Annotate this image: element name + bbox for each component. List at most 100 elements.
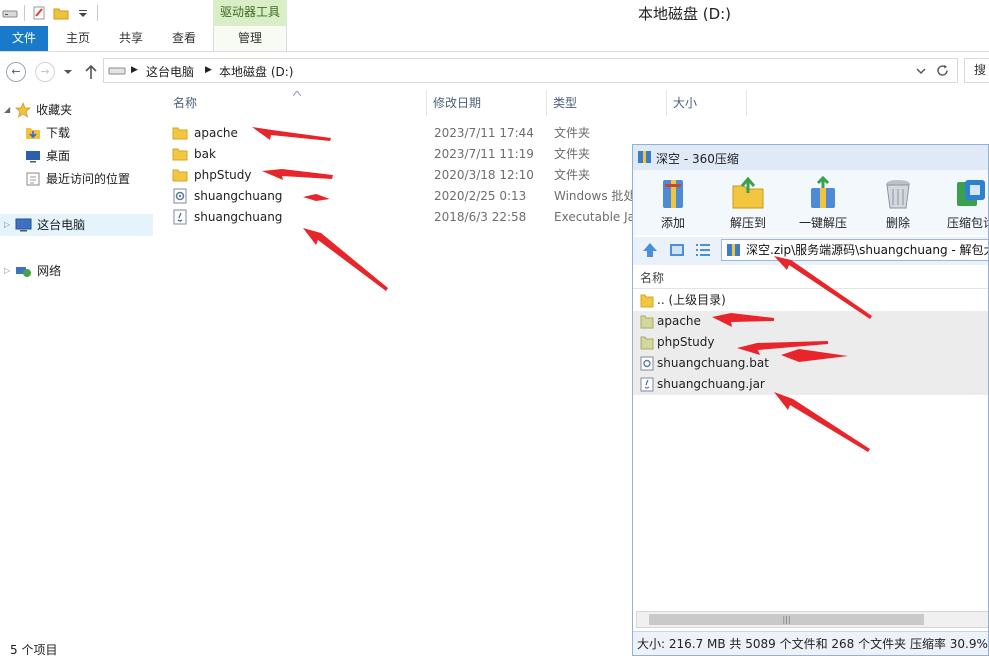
file-type: Executable Ja xyxy=(554,210,635,224)
delete-button-label: 删除 xyxy=(885,216,910,230)
ribbon-tabs: 文件 主页 共享 查看 管理 xyxy=(0,26,989,52)
file-date: 2023/7/11 11:19 xyxy=(434,147,534,161)
archive-diagnose-button[interactable]: 压缩包诊 xyxy=(936,176,988,231)
file-type: 文件夹 xyxy=(554,147,591,161)
drive-icon xyxy=(108,67,126,75)
nav-downloads-label: 下载 xyxy=(46,126,71,140)
archive-list-item[interactable]: apache xyxy=(633,311,988,332)
add-button-label: 添加 xyxy=(660,216,685,230)
archive-item-name: .. (上级目录) xyxy=(657,293,726,307)
nav-favorites[interactable]: ◢ 收藏夹 xyxy=(4,99,72,121)
file-date: 2023/7/11 17:44 xyxy=(434,126,534,140)
nav-this-pc[interactable]: ▷ 这台电脑 xyxy=(0,214,153,236)
archive-window: 深空 - 360压缩 添加 解压到 一键解压 删除 压缩包诊 xyxy=(632,144,989,656)
archive-list-item[interactable]: shuangchuang.jar xyxy=(633,374,988,395)
column-header-modified[interactable]: 修改日期 xyxy=(427,90,547,116)
nav-recent-places-label: 最近访问的位置 xyxy=(46,172,131,186)
add-button[interactable]: 添加 xyxy=(638,176,708,231)
file-row[interactable]: apache 2023/7/11 17:44 文件夹 xyxy=(168,123,748,144)
thumbnail-view-icon[interactable] xyxy=(668,241,686,259)
address-bar[interactable]: ▶ 这台电脑 ▶ 本地磁盘 (D:) xyxy=(103,58,958,83)
archive-path-text: 深空.zip\服务端源码\shuangchuang - 解包大 xyxy=(746,243,989,257)
batch-file-icon xyxy=(173,188,187,204)
title-bar: 驱动器工具 本地磁盘 (D:) xyxy=(0,0,989,26)
up-arrow-icon[interactable] xyxy=(84,64,98,80)
file-date: 2020/3/18 12:10 xyxy=(434,168,534,182)
archive-path-input[interactable]: 深空.zip\服务端源码\shuangchuang - 解包大 xyxy=(721,239,989,261)
code-badge-icon xyxy=(957,180,985,206)
file-name: shuangchuang xyxy=(194,189,283,203)
search-input[interactable]: 搜 xyxy=(964,58,989,83)
up-level-arrow-icon[interactable] xyxy=(641,241,659,259)
archive-item-name: phpStudy xyxy=(657,335,715,349)
trash-icon xyxy=(886,180,910,209)
column-header-name[interactable]: 名称 xyxy=(167,90,427,116)
address-dropdown-chevron-icon[interactable] xyxy=(916,67,926,75)
jar-file-icon xyxy=(173,209,187,225)
delete-button[interactable]: 删除 xyxy=(863,176,933,231)
list-view-icon[interactable] xyxy=(694,241,712,259)
tab-share[interactable]: 共享 xyxy=(107,26,155,51)
folder-icon xyxy=(172,148,188,161)
batch-file-icon xyxy=(640,356,654,371)
file-type: 文件夹 xyxy=(554,126,591,140)
item-count-status: 5 个项目 xyxy=(10,643,58,657)
breadcrumb-separator-icon[interactable]: ▶ xyxy=(205,65,212,75)
archive-list-item[interactable]: phpStudy xyxy=(633,332,988,353)
folder-icon xyxy=(640,336,654,350)
file-date: 2020/2/25 0:13 xyxy=(434,189,527,203)
folder-icon xyxy=(172,169,188,182)
extract-to-button[interactable]: 解压到 xyxy=(713,176,783,231)
nav-recent-places[interactable]: 最近访问的位置 xyxy=(25,168,130,190)
one-click-extract-button[interactable]: 一键解压 xyxy=(788,176,858,231)
network-icon xyxy=(16,267,32,277)
forward-button[interactable]: → xyxy=(35,62,55,82)
tab-file[interactable]: 文件 xyxy=(0,26,48,51)
nav-this-pc-label: 这台电脑 xyxy=(37,218,86,232)
extract-folder-icon xyxy=(732,176,764,209)
column-header-type[interactable]: 类型 xyxy=(547,90,667,116)
scrollbar-thumb[interactable]: ||| xyxy=(649,614,924,625)
file-type: 文件夹 xyxy=(554,168,591,182)
expand-chevron-icon[interactable]: ▷ xyxy=(4,214,10,236)
file-type: Windows 批处 xyxy=(554,189,636,203)
recent-locations-chevron-icon[interactable] xyxy=(63,68,73,76)
nav-desktop-label: 桌面 xyxy=(46,149,71,163)
archive-list-item[interactable]: shuangchuang.bat xyxy=(633,353,988,374)
file-date: 2018/6/3 22:58 xyxy=(434,210,527,224)
nav-desktop[interactable]: 桌面 xyxy=(25,145,70,167)
archive-title: 深空 - 360压缩 xyxy=(656,152,739,166)
file-name: bak xyxy=(194,147,216,161)
breadcrumb-local-disk[interactable]: 本地磁盘 (D:) xyxy=(219,63,293,80)
annotation-arrow xyxy=(303,228,388,291)
one-click-extract-button-label: 一键解压 xyxy=(798,216,847,230)
archive-list-item[interactable]: .. (上级目录) xyxy=(633,290,988,311)
horizontal-scrollbar[interactable]: ||| xyxy=(636,611,988,628)
refresh-icon[interactable] xyxy=(936,64,949,77)
navigation-pane: ◢ 收藏夹 下载 桌面 最近访问的位置 ▷ 这台电脑 ▷ 网络 xyxy=(0,90,155,638)
nav-network[interactable]: ▷ 网络 xyxy=(4,260,61,282)
expand-chevron-icon[interactable]: ◢ xyxy=(4,99,10,121)
breadcrumb-separator-icon[interactable]: ▶ xyxy=(131,65,138,75)
back-button[interactable]: ← xyxy=(6,62,26,82)
folder-up-icon xyxy=(640,294,654,308)
nav-network-label: 网络 xyxy=(37,264,62,278)
downloads-folder-icon xyxy=(26,128,40,139)
column-header-size[interactable]: 大小 xyxy=(667,90,747,116)
file-name: apache xyxy=(194,126,238,140)
breadcrumb-this-pc[interactable]: 这台电脑 xyxy=(146,63,194,80)
archive-column-name[interactable]: 名称 xyxy=(633,267,988,289)
tab-view[interactable]: 查看 xyxy=(160,26,208,51)
star-icon xyxy=(15,102,32,118)
desktop-icon xyxy=(26,151,40,163)
one-click-extract-icon xyxy=(811,176,835,208)
extract-to-button-label: 解压到 xyxy=(729,216,766,230)
nav-downloads[interactable]: 下载 xyxy=(25,122,70,144)
tab-home[interactable]: 主页 xyxy=(54,26,102,51)
nav-favorites-label: 收藏夹 xyxy=(36,103,73,117)
archive-status-bar: 大小: 216.7 MB 共 5089 个文件和 268 个文件夹 压缩率 30… xyxy=(633,631,988,655)
recent-places-icon xyxy=(26,172,40,186)
tab-manage[interactable]: 管理 xyxy=(213,26,287,51)
jar-file-icon xyxy=(640,377,654,392)
expand-chevron-icon[interactable]: ▷ xyxy=(4,260,10,282)
